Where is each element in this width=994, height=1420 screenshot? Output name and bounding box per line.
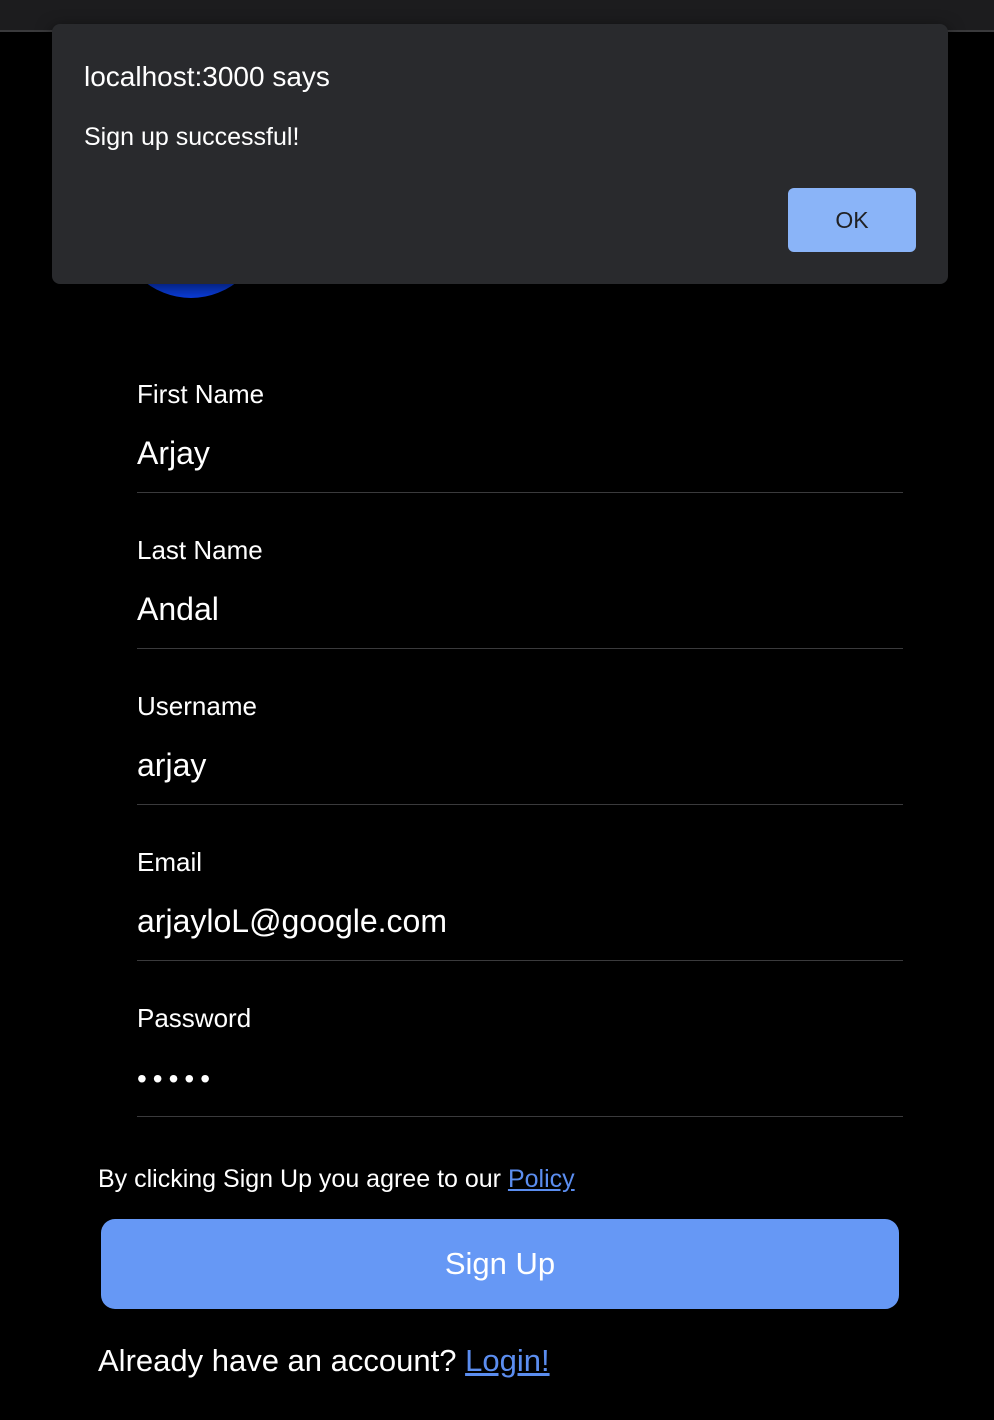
policy-link[interactable]: Policy <box>508 1165 575 1193</box>
dialog-title: localhost:3000 says <box>84 61 330 92</box>
last-name-label: Last Name <box>137 535 263 565</box>
email-input[interactable] <box>137 901 903 941</box>
login-link[interactable]: Login! <box>465 1343 549 1378</box>
email-field: Email <box>137 805 903 961</box>
last-name-field: Last Name <box>137 493 903 649</box>
password-input[interactable] <box>137 1059 903 1099</box>
last-name-input[interactable] <box>137 589 903 629</box>
username-field: Username <box>137 649 903 805</box>
first-name-input[interactable] <box>137 433 903 473</box>
username-label: Username <box>137 691 257 721</box>
dialog-message: Sign up successful! <box>84 123 300 151</box>
email-label: Email <box>137 847 203 877</box>
login-prompt-text: Already have an account? <box>98 1343 466 1378</box>
policy-agreement: By clicking Sign Up you agree to our Pol… <box>98 1164 575 1194</box>
password-label: Password <box>137 1003 252 1033</box>
login-prompt: Already have an account? Login! <box>98 1342 550 1380</box>
first-name-field: First Name <box>137 337 903 493</box>
first-name-label: First Name <box>137 379 265 409</box>
sign-up-button[interactable]: Sign Up <box>101 1219 899 1309</box>
ok-button[interactable]: OK <box>788 188 916 252</box>
alert-dialog: localhost:3000 says Sign up successful! … <box>52 24 948 284</box>
username-input[interactable] <box>137 745 903 785</box>
agree-text: By clicking Sign Up you agree to our <box>98 1165 508 1193</box>
password-field: Password <box>137 961 903 1117</box>
